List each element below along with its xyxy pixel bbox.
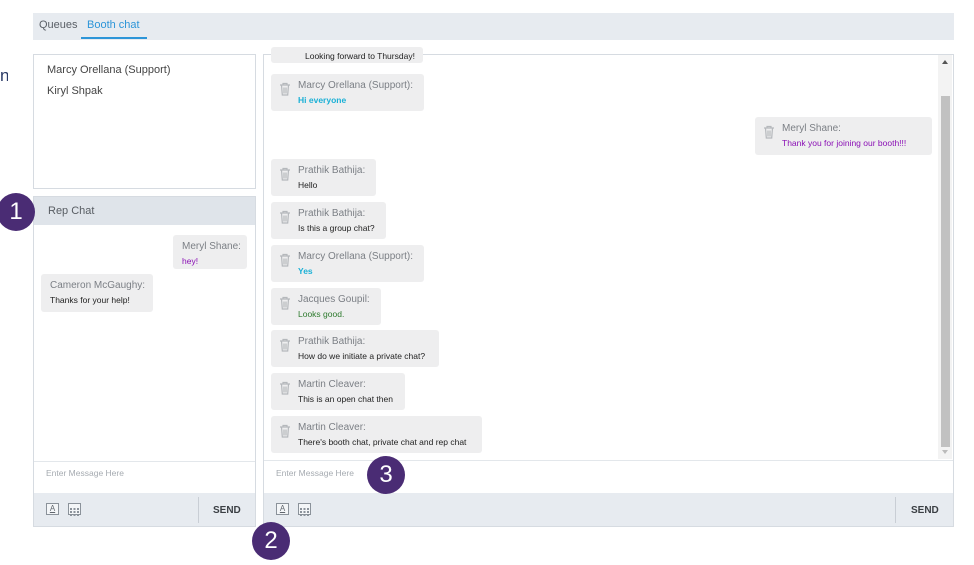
rep-message-input[interactable]: Enter Message Here: [46, 468, 124, 478]
delete-message-icon[interactable]: [279, 210, 291, 224]
scroll-up-icon[interactable]: [942, 60, 948, 64]
message-sender: Martin Cleaver:: [298, 379, 366, 390]
participant-list: Marcy Orellana (Support) Kiryl Shpak: [33, 54, 256, 189]
chat-message: Prathik Bathija: Hello: [271, 159, 376, 196]
delete-message-icon[interactable]: [279, 82, 291, 96]
tab-queues[interactable]: Queues: [39, 19, 78, 31]
participant-item[interactable]: Marcy Orellana (Support): [47, 64, 171, 76]
emoticon-grid-icon[interactable]: [298, 503, 311, 516]
chat-message: Prathik Bathija: How do we initiate a pr…: [271, 330, 439, 367]
chat-app: Queues Booth chat n Marcy Orellana (Supp…: [0, 0, 974, 565]
active-tab-indicator: [81, 37, 147, 39]
booth-chat-scrollbar[interactable]: [938, 55, 952, 459]
chat-message: Martin Cleaver: There's booth chat, priv…: [271, 416, 482, 453]
delete-message-icon[interactable]: [279, 296, 291, 310]
delete-message-icon[interactable]: [279, 381, 291, 395]
font-format-icon[interactable]: A: [46, 503, 59, 515]
rep-chat-panel: Rep Chat Meryl Shane: hey! Cameron McGau…: [33, 196, 256, 527]
message-body: This is an open chat then: [298, 394, 393, 404]
tab-bar: Queues Booth chat: [33, 13, 954, 40]
chat-message: Martin Cleaver: This is an open chat the…: [271, 373, 405, 410]
message-sender: Marcy Orellana (Support):: [298, 251, 414, 262]
message-body: Hi everyone: [298, 95, 347, 105]
chat-message: Cameron McGaughy: Thanks for your help!: [41, 274, 153, 312]
emoticon-grid-icon[interactable]: [68, 503, 81, 516]
delete-message-icon[interactable]: [763, 125, 775, 139]
message-body: Thank you for joining our booth!!!: [782, 138, 907, 148]
message-body: Yes: [298, 266, 313, 276]
message-sender: Marcy Orellana (Support):: [298, 80, 414, 91]
booth-message-input[interactable]: Enter Message Here: [276, 468, 354, 478]
rep-chat-header: Rep Chat: [34, 197, 255, 225]
input-divider: [264, 460, 953, 461]
send-divider: [895, 497, 896, 523]
delete-message-icon[interactable]: [279, 338, 291, 352]
send-divider: [198, 497, 199, 523]
rep-chat-title: Rep Chat: [48, 205, 95, 217]
rep-chat-toolbar: A SEND: [34, 493, 255, 526]
chat-message: Prathik Bathija: Is this a group chat?: [271, 202, 386, 239]
message-body: Looks good.: [298, 309, 345, 319]
message-body: How do we initiate a private chat?: [298, 351, 426, 361]
booth-chat-panel: Looking forward to Thursday! Marcy Orell…: [263, 47, 954, 527]
message-sender: Martin Cleaver:: [298, 422, 366, 433]
message-sender: Prathik Bathija:: [298, 208, 366, 219]
chat-message: Marcy Orellana (Support): Yes: [271, 245, 424, 282]
chat-message-partial: Looking forward to Thursday!: [271, 47, 423, 63]
message-body: Looking forward to Thursday!: [305, 51, 415, 61]
participant-item[interactable]: Kiryl Shpak: [47, 85, 103, 97]
message-body: Thanks for your help!: [50, 295, 130, 305]
delete-message-icon[interactable]: [279, 167, 291, 181]
message-body: hey!: [182, 256, 199, 266]
chat-message: Meryl Shane: Thank you for joining our b…: [755, 117, 932, 155]
callout-marker-1: 1: [0, 193, 35, 231]
message-sender: Meryl Shane:: [182, 241, 241, 252]
scroll-down-icon[interactable]: [942, 450, 948, 454]
message-body: Is this a group chat?: [298, 223, 375, 233]
message-sender: Jacques Goupil:: [298, 294, 370, 305]
callout-marker-2: 2: [252, 522, 290, 560]
cropped-edge-text: n: [0, 66, 8, 85]
chat-message: Meryl Shane: hey!: [173, 235, 247, 269]
delete-message-icon[interactable]: [279, 253, 291, 267]
tab-booth-chat[interactable]: Booth chat: [87, 19, 140, 31]
input-divider: [34, 461, 255, 462]
message-sender: Meryl Shane:: [782, 123, 841, 134]
message-sender: Cameron McGaughy:: [50, 280, 146, 291]
message-body: There's booth chat, private chat and rep…: [298, 437, 467, 447]
delete-message-icon[interactable]: [279, 424, 291, 438]
rep-send-button[interactable]: SEND: [213, 505, 241, 516]
callout-marker-3: 3: [367, 456, 405, 494]
booth-chat-toolbar: A SEND: [264, 493, 953, 526]
font-format-icon[interactable]: A: [276, 503, 289, 515]
message-body: Hello: [298, 180, 318, 190]
message-sender: Prathik Bathija:: [298, 336, 366, 347]
booth-send-button[interactable]: SEND: [911, 505, 939, 516]
scroll-thumb[interactable]: [941, 96, 950, 447]
message-sender: Prathik Bathija:: [298, 165, 366, 176]
chat-message: Jacques Goupil: Looks good.: [271, 288, 381, 325]
chat-message: Marcy Orellana (Support): Hi everyone: [271, 74, 424, 111]
